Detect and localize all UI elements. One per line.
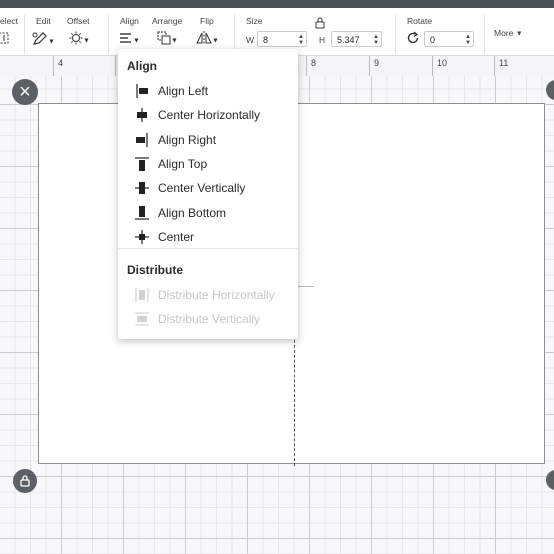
menu-item-label: Center Vertically [158,181,246,195]
width-input[interactable]: 8 ▲ ▼ [257,31,307,47]
ruler-tick [432,56,433,76]
score-line[interactable] [294,340,295,466]
chevron-down-icon: ▼ [515,30,523,38]
lock-icon [20,475,30,487]
center-icon [135,230,149,244]
align-label: Align [120,16,139,26]
height-label: H [319,35,326,45]
chevron-down-icon: ▼ [48,38,55,46]
menu-item-label: Center [158,230,195,244]
menu-item-label: Distribute Horizontally [158,288,275,302]
select-icon [0,32,9,44]
ruler-number: 9 [374,58,380,68]
align-dropdown-menu: Align Align Left Center Horizontally Ali… [118,49,298,339]
menu-item-align-left[interactable]: Align Left [118,79,298,103]
align-left-icon [136,84,148,98]
ruler-number: 11 [499,58,509,68]
width-stepper-icon[interactable]: ▲ ▼ [298,34,304,46]
rotate-label: Rotate [407,16,433,26]
flip-icon [196,31,212,45]
menu-item-align-bottom[interactable]: Align Bottom [118,201,298,225]
arrange-button[interactable]: ▼ [157,31,178,49]
edit-icon [32,32,47,45]
height-value: 5.347 [337,35,360,45]
flip-label: Flip [200,16,214,26]
height-stepper-icon[interactable]: ▲ ▼ [373,34,379,46]
ruler-number: 4 [58,58,64,68]
toolbar-divider [234,14,235,54]
menu-item-center[interactable]: Center [118,225,298,249]
align-bottom-icon [135,206,149,220]
center-vertically-icon [135,182,149,194]
select-label: elect [0,16,18,26]
menu-item-label: Align Right [158,133,217,147]
flip-button[interactable]: ▼ [196,31,219,49]
distribute-vertically-icon [135,312,149,326]
distribute-menu-heading: Distribute [127,263,184,277]
arrange-icon [157,31,171,45]
toolbar-divider [108,14,109,54]
chevron-down-icon: ▼ [212,37,219,45]
offset-label: Offset [67,16,90,26]
center-horizontally-icon [137,108,147,122]
width-label: W [246,35,255,45]
align-top-icon [135,157,149,171]
offset-icon [69,31,83,45]
menu-item-distribute-vertically[interactable]: Distribute Vertically [118,307,298,331]
lock-icon [315,17,325,29]
distribute-horizontally-icon [135,288,149,302]
delete-object-button[interactable]: × [12,79,38,105]
align-icon [120,33,131,43]
ruler-tick [494,56,495,76]
toolbar-divider [395,14,396,54]
lock-proportions-button[interactable] [315,17,325,34]
menu-item-label: Align Left [158,84,209,98]
menu-item-label: Align Top [158,157,208,171]
ruler-tick [53,56,54,76]
menu-item-distribute-horizontally[interactable]: Distribute Horizontally [118,283,298,307]
ruler-tick [115,56,116,76]
align-menu-heading: Align [127,59,157,73]
menu-item-align-right[interactable]: Align Right [118,128,298,152]
align-right-icon [136,133,148,147]
close-icon: × [19,81,31,103]
guide-mark [297,286,314,287]
edit-label: Edit [36,16,51,26]
chevron-down-icon: ▼ [171,37,178,45]
width-value: 8 [263,35,269,45]
top-bar [0,0,554,8]
menu-item-center-horizontally[interactable]: Center Horizontally [118,103,298,127]
more-button[interactable]: More ▼ [494,28,523,38]
ruler-tick [369,56,370,76]
rotate-value: 0 [430,35,436,45]
menu-item-label: Distribute Vertically [158,312,261,326]
ruler-number: 8 [311,58,317,68]
toolbar-divider [484,14,485,54]
edit-button[interactable]: ▼ [32,31,55,50]
rotate-input[interactable]: 0 ▲ ▼ [424,31,474,47]
select-tool-button[interactable] [0,31,10,48]
lock-proportions-handle[interactable] [13,469,37,493]
more-label: More [494,28,514,38]
rotate-icon [406,31,420,48]
rotate-stepper-icon[interactable]: ▲ ▼ [465,34,471,46]
chevron-down-icon: ▼ [133,37,140,45]
menu-item-align-top[interactable]: Align Top [118,152,298,176]
align-button[interactable]: ▼ [119,31,140,49]
ruler-number: 10 [437,58,448,68]
chevron-down-icon: ▼ [83,37,90,45]
ruler-tick [306,56,307,76]
height-input[interactable]: 5.347 ▲ ▼ [331,31,382,47]
arrange-label: Arrange [152,16,183,26]
size-label: Size [246,16,263,26]
menu-item-label: Center Horizontally [158,108,261,122]
toolbar-divider [24,14,25,54]
menu-item-label: Align Bottom [158,206,227,220]
menu-divider [118,248,298,249]
menu-item-center-vertically[interactable]: Center Vertically [118,176,298,200]
offset-button[interactable]: ▼ [69,31,90,49]
